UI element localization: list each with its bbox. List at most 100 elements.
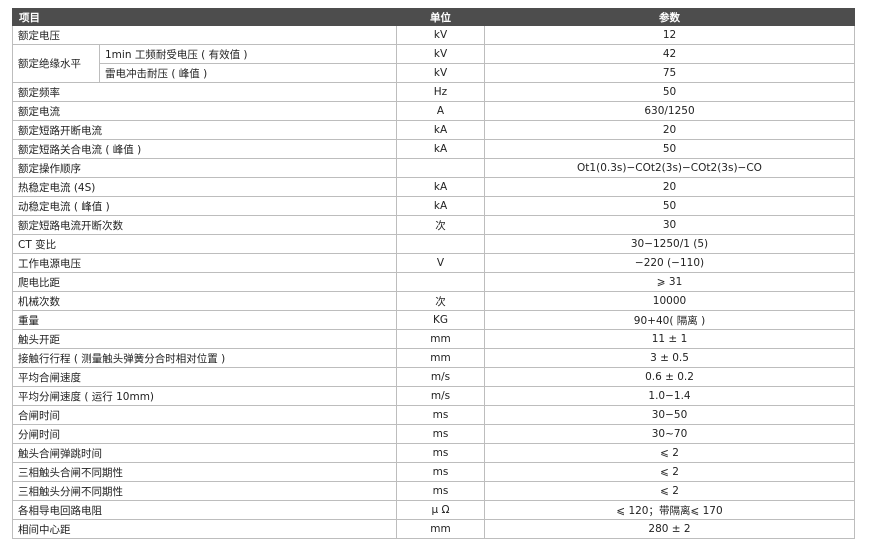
row-label: 额定频率: [12, 82, 397, 102]
table-row: 三相触头分闸不同期性 ms ⩽ 2: [12, 481, 855, 501]
row-unit: m/s: [396, 386, 485, 406]
row-label: 额定短路关合电流 ( 峰值 ): [12, 139, 397, 159]
table-row: 额定操作顺序 Ot1(0.3s)−COt2(3s)−COt2(3s)−CO: [12, 158, 855, 178]
row-label: 平均分闸速度 ( 运行 10mm): [12, 386, 397, 406]
row-unit: ms: [396, 424, 485, 444]
row-value: Ot1(0.3s)−COt2(3s)−COt2(3s)−CO: [484, 158, 855, 178]
row-value: 30−50: [484, 405, 855, 425]
row-label: 平均合闸速度: [12, 367, 397, 387]
table-row: 额定短路关合电流 ( 峰值 ) kA 50: [12, 139, 855, 159]
row-value: 90+40( 隔离 ): [484, 310, 855, 330]
table-row: 重量 KG 90+40( 隔离 ): [12, 310, 855, 330]
row-label: 热稳定电流 (4S): [12, 177, 397, 197]
table-row: 触头开距 mm 11 ± 1: [12, 329, 855, 349]
row-label: 分闸时间: [12, 424, 397, 444]
row-value: 11 ± 1: [484, 329, 855, 349]
row-label: 爬电比距: [12, 272, 397, 292]
table-row: 各相导电回路电阻 μ Ω ⩽ 120；带隔离⩽ 170: [12, 500, 855, 520]
row-value: ⩾ 31: [484, 272, 855, 292]
row-value: 1.0−1.4: [484, 386, 855, 406]
row-unit: KG: [396, 310, 485, 330]
row-label: 额定短路开断电流: [12, 120, 397, 140]
row-unit: kA: [396, 139, 485, 159]
row-value: 30: [484, 215, 855, 235]
table-row: 平均分闸速度 ( 运行 10mm) m/s 1.0−1.4: [12, 386, 855, 406]
row-value: 75: [484, 63, 855, 83]
table-row: 平均合闸速度 m/s 0.6 ± 0.2: [12, 367, 855, 387]
row-label: 动稳定电流 ( 峰值 ): [12, 196, 397, 216]
table-row: 动稳定电流 ( 峰值 ) kA 50: [12, 196, 855, 216]
row-label: CT 变比: [12, 234, 397, 254]
row-value: ⩽ 2: [484, 481, 855, 501]
row-label: 合闸时间: [12, 405, 397, 425]
table-row: 三相触头合闸不同期性 ms ⩽ 2: [12, 462, 855, 482]
table-row: 工作电源电压 V −220 (−110): [12, 253, 855, 273]
row-value: −220 (−110): [484, 253, 855, 273]
row-value: 50: [484, 82, 855, 102]
row-value: 50: [484, 139, 855, 159]
row-unit: 次: [396, 291, 485, 311]
row-unit: μ Ω: [396, 500, 485, 520]
row-value: 10000: [484, 291, 855, 311]
row-label: 1min 工频耐受电压 ( 有效值 ): [99, 44, 397, 64]
row-label: 额定电压: [12, 25, 397, 45]
row-unit: mm: [396, 519, 485, 539]
row-value: 3 ± 0.5: [484, 348, 855, 368]
row-label: 额定操作顺序: [12, 158, 397, 178]
table-row: 分闸时间 ms 30~70: [12, 424, 855, 444]
row-unit: V: [396, 253, 485, 273]
header-unit: 单位: [396, 8, 485, 26]
table-row: 爬电比距 ⩾ 31: [12, 272, 855, 292]
row-value: 12: [484, 25, 855, 45]
row-value: 20: [484, 177, 855, 197]
row-value: ⩽ 2: [484, 462, 855, 482]
row-label: 雷电冲击耐压 ( 峰值 ): [99, 63, 397, 83]
table-row: 热稳定电流 (4S) kA 20: [12, 177, 855, 197]
table-row: 额定频率 Hz 50: [12, 82, 855, 102]
row-value: 0.6 ± 0.2: [484, 367, 855, 387]
row-value: 30~70: [484, 424, 855, 444]
row-unit: kV: [396, 25, 485, 45]
table-row: 触头合闸弹跳时间 ms ⩽ 2: [12, 443, 855, 463]
row-label: 机械次数: [12, 291, 397, 311]
group-label: 额定绝缘水平: [12, 44, 100, 83]
row-label: 重量: [12, 310, 397, 330]
table-row: 合闸时间 ms 30−50: [12, 405, 855, 425]
row-label: 三相触头合闸不同期性: [12, 462, 397, 482]
row-value: 630/1250: [484, 101, 855, 121]
row-unit: kA: [396, 177, 485, 197]
table-row: 接触行行程 ( 测量触头弹簧分合时相对位置 ) mm 3 ± 0.5: [12, 348, 855, 368]
row-value: 42: [484, 44, 855, 64]
row-label: 额定短路电流开断次数: [12, 215, 397, 235]
row-unit: kV: [396, 44, 485, 64]
row-label: 各相导电回路电阻: [12, 500, 397, 520]
row-label: 额定电流: [12, 101, 397, 121]
row-unit: ms: [396, 462, 485, 482]
row-label: 接触行行程 ( 测量触头弹簧分合时相对位置 ): [12, 348, 397, 368]
spec-table: 项目 单位 参数 额定电压 kV 12 额定绝缘水平 1min 工频耐受电压 (…: [12, 8, 855, 539]
row-unit: Hz: [396, 82, 485, 102]
table-row: 相间中心距 mm 280 ± 2: [12, 519, 855, 539]
row-unit: ms: [396, 443, 485, 463]
table-row: 机械次数次 10000: [12, 291, 855, 311]
row-label: 相间中心距: [12, 519, 397, 539]
table-row: 额定绝缘水平 1min 工频耐受电压 ( 有效值 ) kV 42: [12, 44, 855, 83]
table-row: 额定短路电流开断次数次 30: [12, 215, 855, 235]
row-unit: mm: [396, 329, 485, 349]
row-unit: kA: [396, 120, 485, 140]
row-unit: m/s: [396, 367, 485, 387]
row-unit: kA: [396, 196, 485, 216]
row-unit: kV: [396, 63, 485, 83]
row-value: ⩽ 2: [484, 443, 855, 463]
row-unit: [396, 234, 485, 254]
row-value: 280 ± 2: [484, 519, 855, 539]
table-row: 额定短路开断电流 kA 20: [12, 120, 855, 140]
table-row: 额定电压 kV 12: [12, 25, 855, 45]
row-label: 触头开距: [12, 329, 397, 349]
row-value: 20: [484, 120, 855, 140]
row-unit: 次: [396, 215, 485, 235]
row-unit: [396, 158, 485, 178]
row-unit: A: [396, 101, 485, 121]
header-item: 项目: [12, 8, 397, 26]
row-unit: ms: [396, 481, 485, 501]
